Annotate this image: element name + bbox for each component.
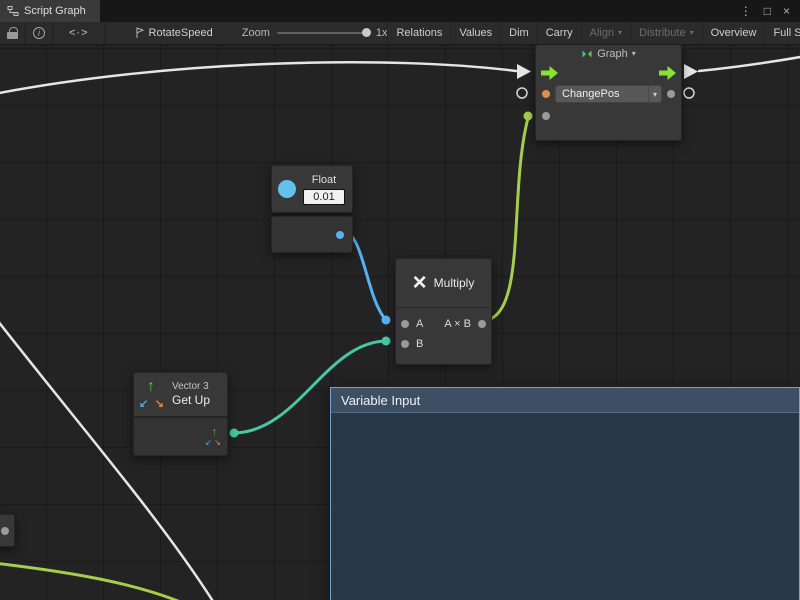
- graph-unit-extra-row: [536, 105, 681, 120]
- graph-toolbar: i <·> RotateSpeed Zoom 1x Relations Valu…: [0, 22, 800, 45]
- lock-button[interactable]: [0, 22, 26, 44]
- relations-button[interactable]: Relations: [387, 22, 450, 44]
- vector-type-label: Vector 3: [172, 381, 210, 393]
- flow-out-port[interactable]: [659, 66, 676, 80]
- code-icon: <·>: [69, 27, 89, 39]
- port-a-label: A: [416, 318, 423, 330]
- relations-label: Relations: [396, 27, 442, 39]
- zoom-slider-knob[interactable]: [362, 28, 371, 37]
- port-result[interactable]: [478, 320, 486, 328]
- flow-arrowhead-in: [517, 64, 531, 79]
- graph-unit-title: Graph: [597, 48, 628, 60]
- value-in-port[interactable]: [542, 112, 550, 120]
- overview-button[interactable]: Overview: [702, 22, 765, 44]
- close-icon[interactable]: ×: [783, 5, 790, 17]
- port-b[interactable]: [401, 340, 409, 348]
- port-result-label: A × B: [444, 318, 471, 330]
- node-multiply[interactable]: × Multiply A A × B B: [395, 258, 492, 365]
- vector-port-section: ↑↙↘: [134, 418, 227, 455]
- vector3-output-icon[interactable]: ↑↙↘: [205, 429, 221, 445]
- zoom-control: Zoom 1x: [242, 27, 388, 39]
- value-out-port[interactable]: [667, 90, 675, 98]
- vector3-icon: ↑↙↘: [140, 382, 166, 408]
- zoom-label: Zoom: [242, 27, 270, 39]
- vector-name-label: Get Up: [172, 393, 210, 407]
- tab-title: Script Graph: [24, 5, 86, 17]
- graph-unit-variable-row: ChangePos ▾: [536, 83, 681, 105]
- carry-label: Carry: [546, 27, 573, 39]
- maximize-icon[interactable]: □: [764, 5, 771, 17]
- node-float[interactable]: Float 0.01: [271, 165, 353, 213]
- graph-asset-button[interactable]: RotateSpeed: [128, 22, 220, 44]
- full-screen-button[interactable]: Full Screen: [764, 22, 800, 44]
- graph-icon: [7, 5, 19, 17]
- edit-graph-button[interactable]: <·>: [53, 22, 106, 44]
- node-float-port-section[interactable]: [271, 216, 353, 253]
- overview-label: Overview: [711, 27, 757, 39]
- zoom-slider[interactable]: [277, 32, 369, 34]
- graph-unit-header[interactable]: Graph ▾: [536, 45, 681, 63]
- float-type-icon: [278, 180, 296, 198]
- chevron-down-icon: ▾: [690, 29, 694, 37]
- vector-header[interactable]: ↑↙↘ Vector 3 Get Up: [134, 373, 227, 418]
- flow-in-port[interactable]: [541, 66, 558, 80]
- distribute-button[interactable]: Distribute ▾: [630, 22, 701, 44]
- multiply-header[interactable]: × Multiply: [396, 259, 491, 308]
- group-variable-input[interactable]: Variable Input: [330, 387, 800, 600]
- unconnected-port-right: [684, 88, 694, 98]
- chevron-down-icon: ▾: [648, 86, 661, 102]
- window-controls: ⋮ □ ×: [740, 0, 800, 22]
- port-b-label: B: [416, 338, 423, 350]
- float-value-input[interactable]: 0.01: [303, 189, 345, 205]
- group-title: Variable Input: [341, 393, 420, 408]
- menu-dots-icon[interactable]: ⋮: [740, 5, 752, 17]
- float-title: Float: [312, 174, 336, 186]
- multiply-icon: ×: [413, 271, 427, 295]
- full-screen-label: Full Screen: [773, 27, 800, 39]
- lock-icon: [7, 27, 18, 40]
- partial-node-port[interactable]: [1, 527, 9, 535]
- port-a[interactable]: [401, 320, 409, 328]
- zoom-value: 1x: [376, 27, 388, 39]
- variable-port[interactable]: [542, 90, 550, 98]
- toolbar-right-buttons: Relations Values Dim Carry Align ▾ Distr…: [387, 22, 800, 44]
- chevron-down-icon: ▾: [632, 50, 636, 58]
- carry-button[interactable]: Carry: [537, 22, 581, 44]
- info-button[interactable]: i: [26, 22, 53, 44]
- values-label: Values: [459, 27, 492, 39]
- partial-node[interactable]: [0, 514, 15, 547]
- multiply-body: A A × B B: [396, 308, 491, 364]
- node-vector3-get-up[interactable]: ↑↙↘ Vector 3 Get Up ↑↙↘: [133, 372, 228, 456]
- graph-unit-flow-row: [536, 63, 681, 83]
- group-header[interactable]: Variable Input: [331, 388, 799, 413]
- align-button[interactable]: Align ▾: [581, 22, 630, 44]
- values-button[interactable]: Values: [450, 22, 500, 44]
- variable-name: ChangePos: [562, 88, 620, 100]
- distribute-label: Distribute: [639, 27, 685, 39]
- multiply-title: Multiply: [434, 276, 475, 290]
- float-output-port[interactable]: [336, 231, 344, 239]
- tab-bar: Script Graph ⋮ □ ×: [0, 0, 800, 22]
- script-graph-asset-icon: [581, 48, 593, 60]
- graph-canvas[interactable]: Variable Input Graph ▾ ChangePos ▾: [0, 0, 800, 600]
- info-icon: i: [33, 27, 45, 39]
- dim-button[interactable]: Dim: [500, 22, 537, 44]
- unconnected-port-left: [517, 88, 527, 98]
- tab-script-graph[interactable]: Script Graph: [0, 0, 100, 22]
- node-graph-unit[interactable]: Graph ▾ ChangePos ▾: [535, 44, 682, 141]
- graph-name-label: RotateSpeed: [149, 27, 213, 39]
- graph-asset-icon: [135, 27, 145, 39]
- variable-name-dropdown[interactable]: ChangePos ▾: [555, 85, 662, 103]
- flow-arrowhead-out: [684, 64, 698, 79]
- align-label: Align: [590, 27, 614, 39]
- dim-label: Dim: [509, 27, 529, 39]
- chevron-down-icon: ▾: [618, 29, 622, 37]
